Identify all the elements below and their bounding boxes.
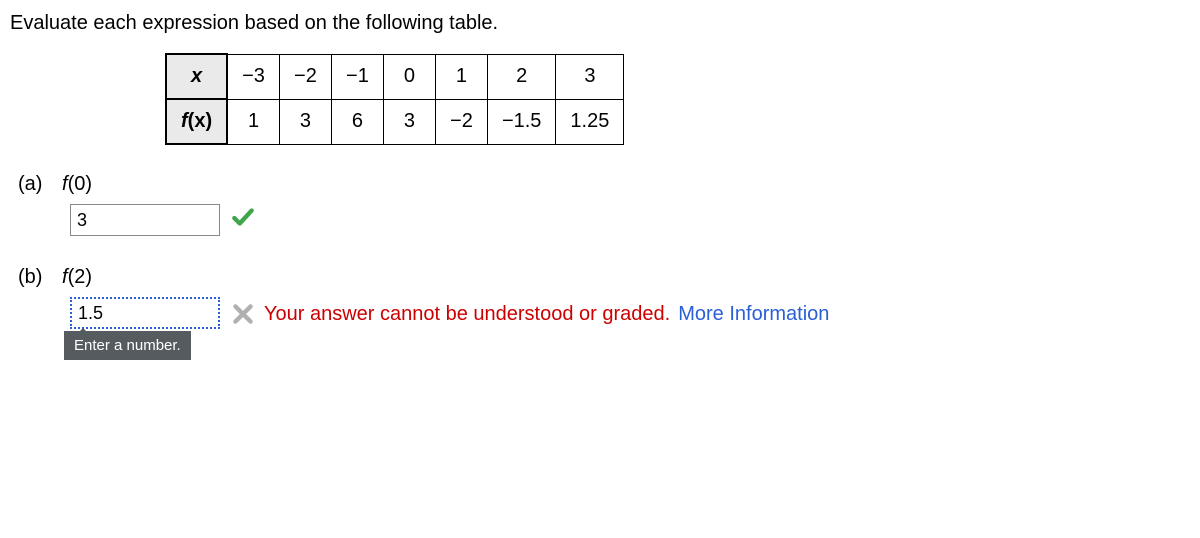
table-row-fx: f(x) 1 3 6 3 −2 −1.5 1.25 bbox=[166, 99, 624, 144]
question-prompt: Evaluate each expression based on the fo… bbox=[10, 12, 1190, 35]
more-info-link[interactable]: More Information bbox=[678, 303, 829, 326]
table-cell: 3 bbox=[556, 54, 624, 99]
check-icon bbox=[230, 204, 256, 230]
function-table: x −3 −2 −1 0 1 2 3 f(x) 1 3 6 3 −2 −1.5 … bbox=[165, 53, 1190, 145]
table-cell: 0 bbox=[383, 54, 435, 99]
table-cell: −1.5 bbox=[487, 99, 555, 144]
error-message: Your answer cannot be understood or grad… bbox=[264, 303, 670, 326]
table-cell: 1.25 bbox=[556, 99, 624, 144]
table-cell: −2 bbox=[279, 54, 331, 99]
table-row-x: x −3 −2 −1 0 1 2 3 bbox=[166, 54, 624, 99]
input-tooltip: Enter a number. bbox=[64, 331, 191, 360]
part-b: (b) f(2) Enter a number. Your answer can… bbox=[10, 266, 1190, 329]
table-cell: 1 bbox=[227, 99, 279, 144]
table-cell: 3 bbox=[279, 99, 331, 144]
part-b-label: (b) f(2) bbox=[18, 266, 92, 289]
table-cell: 3 bbox=[383, 99, 435, 144]
answer-input-b[interactable] bbox=[70, 297, 220, 329]
part-a: (a) f(0) bbox=[10, 173, 1190, 236]
table-cell: 1 bbox=[435, 54, 487, 99]
part-a-label: (a) f(0) bbox=[18, 173, 92, 196]
cross-icon bbox=[230, 301, 256, 327]
answer-input-a[interactable] bbox=[70, 204, 220, 236]
table-cell: 6 bbox=[331, 99, 383, 144]
table-cell: −2 bbox=[435, 99, 487, 144]
row-header-x: x bbox=[166, 54, 227, 99]
row-header-fx: f(x) bbox=[166, 99, 227, 144]
table-cell: −3 bbox=[227, 54, 279, 99]
table-cell: −1 bbox=[331, 54, 383, 99]
table-cell: 2 bbox=[487, 54, 555, 99]
